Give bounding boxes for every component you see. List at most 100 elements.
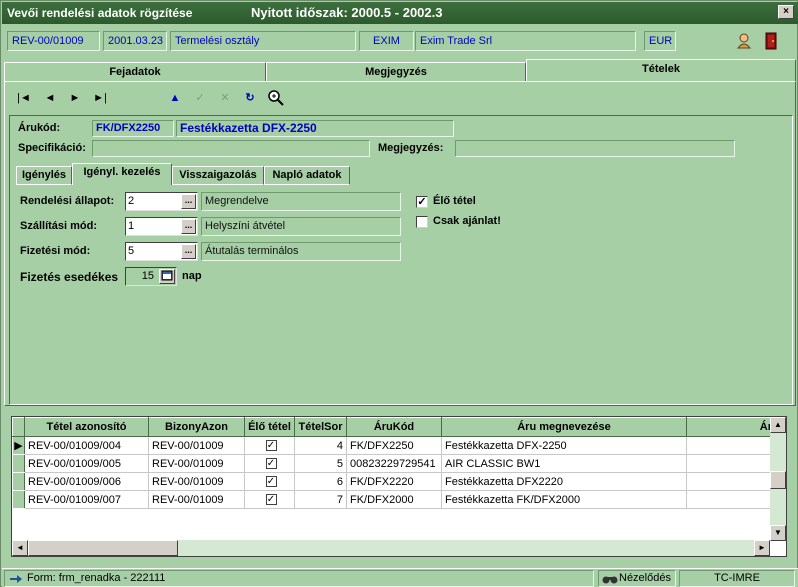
cell-code[interactable]: FK/DFX2220	[346, 472, 442, 491]
confirm-button[interactable]: ✓	[193, 91, 207, 105]
ship-desc: Helyszíni átvétel	[201, 217, 401, 236]
hscroll-thumb[interactable]	[28, 540, 178, 556]
cell-item-id[interactable]: REV-00/01009/007	[24, 490, 149, 509]
col-header-line[interactable]: TételSor	[294, 417, 347, 437]
vertical-scrollbar[interactable]: ▲ ▼	[770, 417, 786, 541]
cancel-button[interactable]: ✕	[218, 91, 232, 105]
move-up-button[interactable]: ▲	[168, 91, 182, 105]
col-header-price[interactable]: Ár	[686, 417, 773, 437]
cell-doc-id[interactable]: REV-00/01009	[148, 454, 245, 473]
subtab-igenyles[interactable]: Igénylés	[16, 166, 72, 185]
scroll-up-button[interactable]: ▲	[770, 417, 786, 433]
pay-label: Fizetési mód:	[20, 245, 91, 257]
status-form-text: Form: frm_renadka - 222111	[27, 572, 166, 584]
scroll-thumb[interactable]	[770, 471, 786, 489]
last-record-button[interactable]: ►|	[93, 91, 107, 105]
table-row[interactable]: REV-00/01009/007 REV-00/01009 ✓ 7 FK/DFX…	[12, 490, 773, 509]
col-header-code[interactable]: ÁruKód	[346, 417, 442, 437]
window-title: Vevői rendelési adatok rögzítése	[7, 6, 193, 20]
department-field: Termelési osztály	[170, 31, 356, 51]
col-header-live[interactable]: Élő tétel	[244, 417, 295, 437]
cell-code[interactable]: FK/DFX2000	[346, 490, 442, 509]
row-indicator	[12, 472, 25, 491]
pay-value: 5	[128, 245, 135, 257]
cell-price[interactable]	[686, 490, 773, 509]
subtab-visszaigazolas[interactable]: Visszaigazolás	[172, 166, 264, 185]
cell-code[interactable]: 00823229729541	[346, 454, 442, 473]
offer-only-checkbox[interactable]	[416, 216, 428, 228]
cell-line[interactable]: 5	[294, 454, 347, 473]
zoom-search-icon[interactable]	[267, 89, 285, 107]
due-input[interactable]: 15	[125, 267, 177, 286]
cell-name[interactable]: Festékkazetta FK/DFX2000	[441, 490, 687, 509]
subtab-naplo[interactable]: Napló adatok	[264, 166, 350, 185]
ship-label: Szállítási mód:	[20, 220, 98, 232]
prev-record-button[interactable]: ◄	[43, 91, 57, 105]
subtab-igenyl-kezeles[interactable]: Igényl. kezelés	[72, 163, 172, 185]
exit-door-icon[interactable]	[762, 32, 780, 50]
tab-fejadatok[interactable]: Fejadatok	[4, 62, 266, 82]
cell-name[interactable]: Festékkazetta DFX2220	[441, 472, 687, 491]
tab-tetelek[interactable]: Tételek	[526, 59, 796, 82]
order-state-lookup-button[interactable]: ...	[181, 194, 196, 209]
cell-code[interactable]: FK/DFX2250	[346, 436, 442, 455]
horizontal-scrollbar[interactable]: ◄ ►	[12, 540, 770, 556]
sub-tabs: Igénylés Igényl. kezelés Visszaigazolás …	[16, 163, 356, 185]
live-checkbox[interactable]: ✓	[265, 458, 277, 470]
live-item-checkbox[interactable]: ✓	[416, 196, 428, 208]
cell-doc-id[interactable]: REV-00/01009	[148, 436, 245, 455]
ship-lookup-button[interactable]: ...	[181, 219, 196, 234]
cell-live[interactable]: ✓	[244, 454, 295, 473]
cell-line[interactable]: 6	[294, 472, 347, 491]
cell-doc-id[interactable]: REV-00/01009	[148, 472, 245, 491]
col-header-name[interactable]: Áru megnevezése	[441, 417, 687, 437]
cell-live[interactable]: ✓	[244, 436, 295, 455]
scroll-down-button[interactable]: ▼	[770, 525, 786, 541]
cell-item-id[interactable]: REV-00/01009/006	[24, 472, 149, 491]
cell-live[interactable]: ✓	[244, 472, 295, 491]
refresh-button[interactable]: ↻	[243, 91, 257, 105]
doc-id-field: REV-00/01009	[7, 31, 100, 51]
items-grid: Tétel azonosító BizonyAzon Élő tétel Tét…	[11, 416, 787, 557]
due-unit: nap	[182, 270, 202, 282]
order-state-input[interactable]: 2 ...	[125, 192, 198, 211]
period-title: Nyitott időszak: 2000.5 - 2002.3	[251, 5, 443, 20]
first-record-button[interactable]: |◄	[17, 91, 31, 105]
cell-live[interactable]: ✓	[244, 490, 295, 509]
close-button[interactable]: ×	[778, 5, 794, 19]
status-mode-text: Nézelődés	[619, 572, 671, 584]
calendar-icon[interactable]	[159, 269, 175, 284]
cell-name[interactable]: Festékkazetta DFX-2250	[441, 436, 687, 455]
cell-item-id[interactable]: REV-00/01009/004	[24, 436, 149, 455]
scroll-right-button[interactable]: ►	[754, 540, 770, 556]
cell-line[interactable]: 7	[294, 490, 347, 509]
items-table: Tétel azonosító BizonyAzon Élő tétel Tét…	[12, 417, 773, 509]
cell-price[interactable]	[686, 436, 773, 455]
cell-line[interactable]: 4	[294, 436, 347, 455]
live-checkbox[interactable]: ✓	[265, 476, 277, 488]
currency-field: EUR	[644, 31, 676, 51]
user-icon[interactable]	[735, 32, 753, 50]
col-header-item-id[interactable]: Tétel azonosító	[24, 417, 149, 437]
row-indicator	[12, 454, 25, 473]
ship-input[interactable]: 1 ...	[125, 217, 198, 236]
live-checkbox[interactable]: ✓	[265, 494, 277, 506]
col-header-doc-id[interactable]: BizonyAzon	[148, 417, 245, 437]
live-checkbox[interactable]: ✓	[265, 440, 277, 452]
table-row[interactable]: REV-00/01009/005 REV-00/01009 ✓ 5 008232…	[12, 454, 773, 473]
cell-doc-id[interactable]: REV-00/01009	[148, 490, 245, 509]
pay-lookup-button[interactable]: ...	[181, 244, 196, 259]
item-code-field: FK/DFX2250	[92, 120, 174, 137]
table-row[interactable]: REV-00/01009/006 REV-00/01009 ✓ 6 FK/DFX…	[12, 472, 773, 491]
cell-name[interactable]: AIR CLASSIC BW1	[441, 454, 687, 473]
cell-price[interactable]	[686, 454, 773, 473]
tab-megjegyzes[interactable]: Megjegyzés	[266, 62, 526, 82]
pay-input[interactable]: 5 ...	[125, 242, 198, 261]
doc-date-field: 2001.03.23	[103, 31, 167, 51]
next-record-button[interactable]: ►	[68, 91, 82, 105]
scroll-left-button[interactable]: ◄	[12, 540, 28, 556]
cell-price[interactable]	[686, 472, 773, 491]
table-row[interactable]: ▶ REV-00/01009/004 REV-00/01009 ✓ 4 FK/D…	[12, 436, 773, 455]
status-form: Form: frm_renadka - 222111	[4, 570, 594, 587]
cell-item-id[interactable]: REV-00/01009/005	[24, 454, 149, 473]
